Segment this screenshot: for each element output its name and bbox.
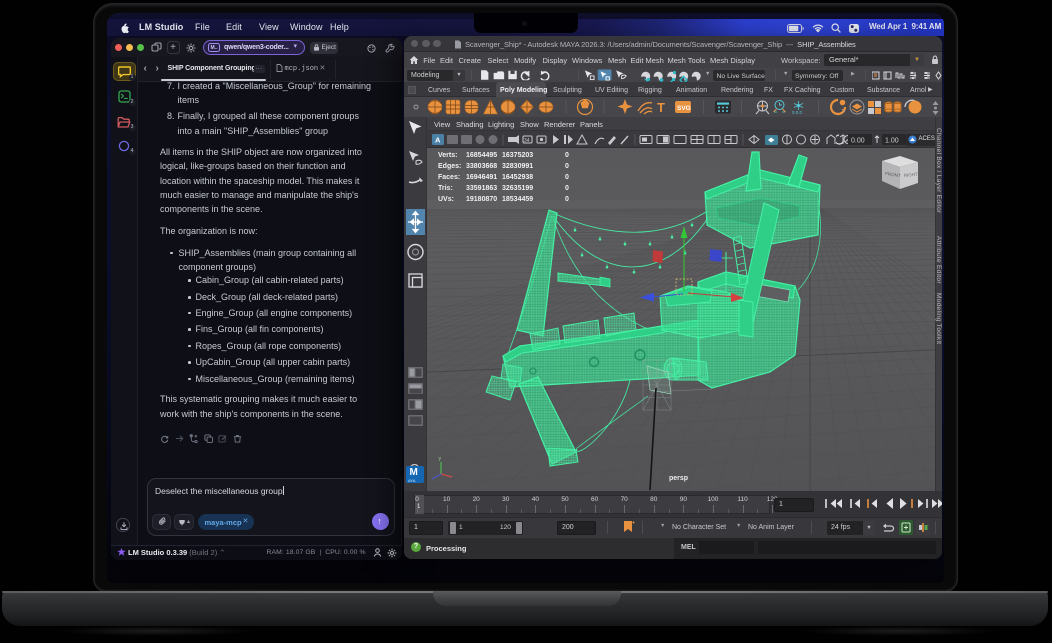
svg-text:19180870: 19180870 <box>466 196 497 203</box>
svg-text:0: 0 <box>565 163 569 170</box>
svg-text:32635199: 32635199 <box>502 185 533 192</box>
svg-text:33803668: 33803668 <box>466 163 497 170</box>
svg-text:18534459: 18534459 <box>502 196 533 203</box>
svg-text:Edges:: Edges: <box>438 163 461 170</box>
svg-text:1.00: 1.00 <box>885 138 899 145</box>
svg-text:UVs:: UVs: <box>438 196 454 203</box>
svg-text:0: 0 <box>565 174 569 181</box>
svg-text:T: T <box>657 100 665 115</box>
svg-text:34: 34 <box>524 138 530 144</box>
svg-text:32830991: 32830991 <box>502 163 533 170</box>
svg-text:Tris:: Tris: <box>438 185 453 192</box>
svg-text:0.0.0: 0.0.0 <box>792 110 803 115</box>
svg-text:0: 0 <box>565 152 569 159</box>
svg-text:33591863: 33591863 <box>466 185 497 192</box>
svg-text:16946491: 16946491 <box>466 174 497 181</box>
svg-text:16854495: 16854495 <box>466 152 497 159</box>
svg-text:persp: persp <box>669 475 688 482</box>
svg-text:0: 0 <box>565 185 569 192</box>
svg-text:Faces:: Faces: <box>438 174 460 181</box>
svg-text:0.00: 0.00 <box>851 138 865 145</box>
svg-text:0: 0 <box>565 196 569 203</box>
svg-text:16375203: 16375203 <box>502 152 533 159</box>
svg-text:16452938: 16452938 <box>502 174 533 181</box>
svg-text:SVG: SVG <box>677 105 691 112</box>
svg-text:A: A <box>435 136 441 145</box>
svg-text:Verts:: Verts: <box>438 152 457 159</box>
